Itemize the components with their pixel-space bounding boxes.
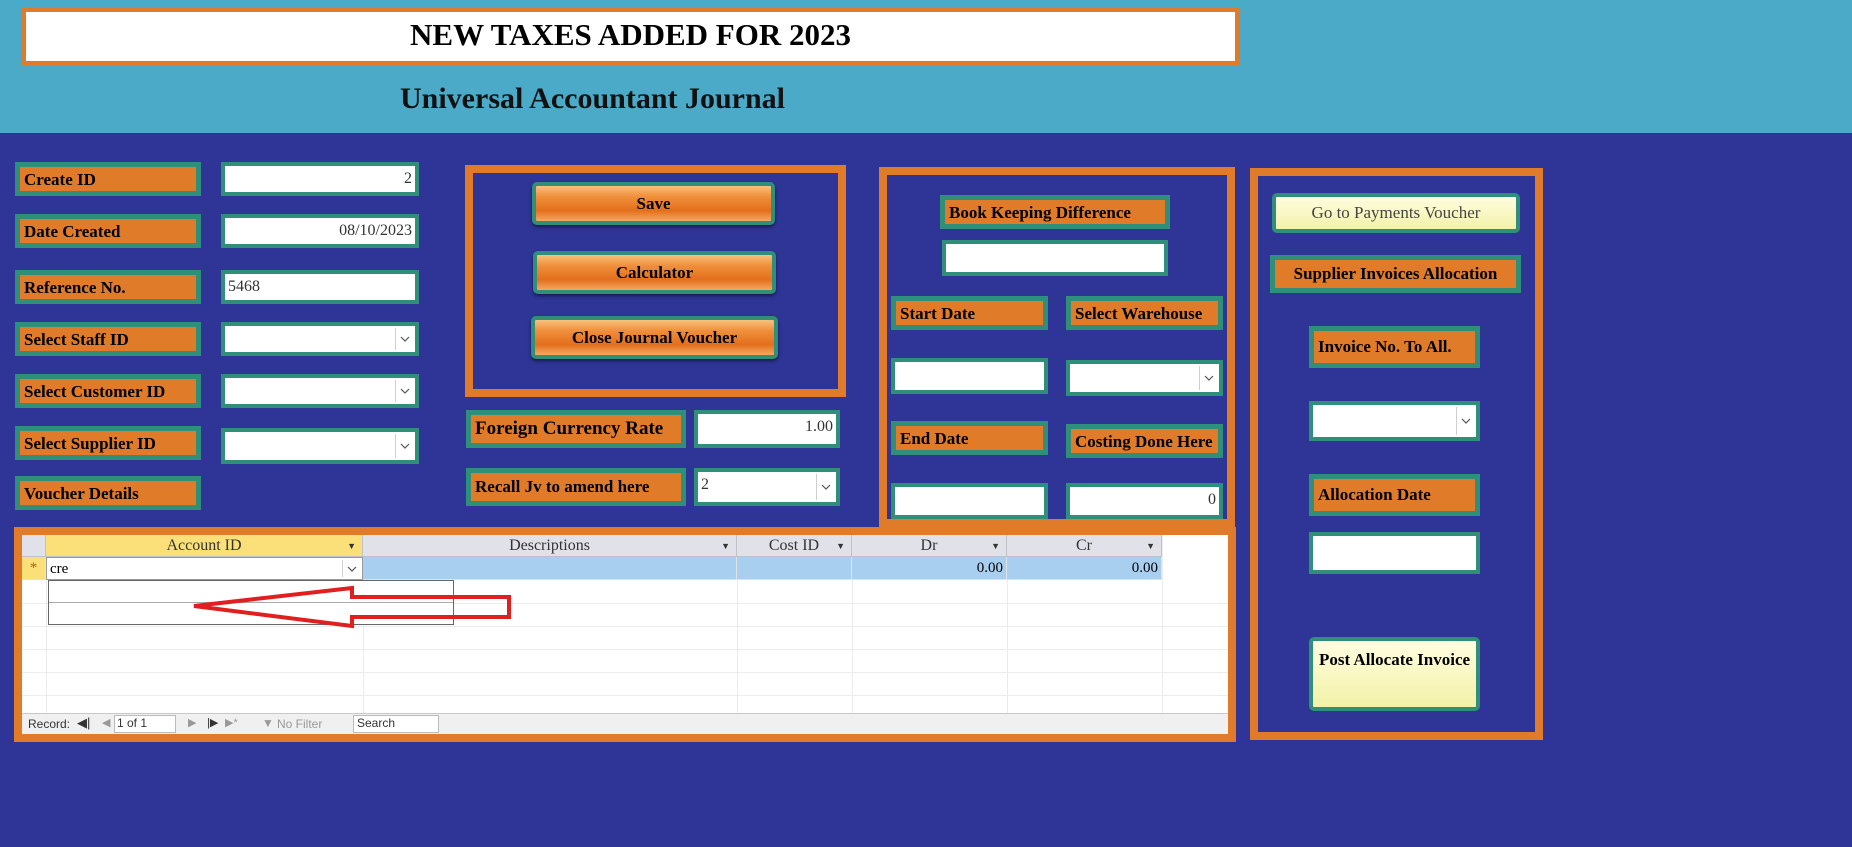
supplier-id-label: Select Supplier ID: [15, 426, 201, 460]
journal-datasheet: Account ID ▼ Descriptions ▼ Cost ID ▼ Dr…: [22, 535, 1228, 734]
foreign-currency-rate-field[interactable]: 1.00: [694, 410, 840, 448]
invoice-no-label: Invoice No. To All.: [1309, 326, 1480, 368]
filter-icon: ▼: [262, 716, 274, 730]
cost-id-cell[interactable]: [737, 557, 852, 580]
customer-id-combo[interactable]: [221, 374, 419, 408]
supplier-invoices-allocation-label: Supplier Invoices Allocation: [1270, 255, 1521, 293]
last-record-icon[interactable]: |▶: [207, 716, 218, 729]
column-header-cr[interactable]: Cr ▼: [1007, 535, 1162, 557]
chevron-down-icon[interactable]: [1199, 366, 1217, 390]
search-input[interactable]: Search: [353, 715, 439, 733]
dr-cell[interactable]: 0.00: [852, 557, 1007, 580]
sort-arrow-icon[interactable]: ▼: [991, 535, 1000, 557]
chevron-down-icon[interactable]: [816, 474, 834, 500]
start-date-label: Start Date: [891, 296, 1048, 330]
select-all-corner[interactable]: [22, 535, 46, 557]
recall-jv-label: Recall Jv to amend here: [466, 468, 686, 506]
chevron-down-icon[interactable]: [395, 434, 413, 458]
chevron-down-icon[interactable]: [395, 380, 413, 402]
sort-arrow-icon[interactable]: ▼: [721, 535, 730, 557]
record-navigation-bar: Record: ◀​| ◀ 1 of 1 ▶ |▶ ▶* ▼ No Filter…: [22, 713, 1228, 734]
start-date-field[interactable]: [891, 358, 1048, 394]
staff-id-combo[interactable]: [221, 322, 419, 356]
end-date-field[interactable]: [891, 483, 1048, 519]
end-date-label: End Date: [891, 421, 1048, 455]
column-header-label: Account ID: [166, 537, 242, 554]
grid-line: [46, 580, 47, 713]
post-allocate-invoice-button[interactable]: Post Allocate Invoice: [1309, 637, 1480, 711]
save-button[interactable]: Save: [532, 182, 775, 225]
date-created-field[interactable]: 08/10/2023: [221, 214, 419, 248]
new-record-icon[interactable]: ▶*: [225, 716, 238, 729]
voucher-details-label: Voucher Details: [15, 476, 201, 510]
grid-line: [1162, 535, 1163, 713]
allocation-date-label: Allocation Date: [1309, 474, 1480, 516]
cr-cell[interactable]: 0.00: [1007, 557, 1162, 580]
sort-arrow-icon[interactable]: ▼: [347, 535, 356, 557]
grid-line: [1007, 580, 1008, 713]
column-header-dr[interactable]: Dr ▼: [852, 535, 1007, 557]
column-header-descriptions[interactable]: Descriptions ▼: [363, 535, 737, 557]
date-created-label: Date Created: [15, 214, 201, 248]
create-id-label: Create ID: [15, 162, 201, 196]
grid-line: [852, 580, 853, 713]
costing-field[interactable]: 0: [1066, 483, 1223, 519]
grid-line: [737, 580, 738, 713]
annotation-arrow: [193, 585, 511, 629]
record-label: Record:: [28, 717, 71, 731]
account-id-combo[interactable]: cre: [46, 557, 363, 580]
select-warehouse-combo[interactable]: [1066, 360, 1223, 396]
filter-status[interactable]: No Filter: [277, 717, 322, 731]
close-journal-voucher-button[interactable]: Close Journal Voucher: [531, 316, 778, 359]
supplier-id-combo[interactable]: [221, 428, 419, 464]
column-header-account-id[interactable]: Account ID ▼: [46, 535, 363, 557]
foreign-currency-rate-label: Foreign Currency Rate: [466, 410, 686, 448]
reference-no-label: Reference No.: [15, 270, 201, 304]
column-header-cost-id[interactable]: Cost ID ▼: [737, 535, 852, 557]
grid-line: [22, 695, 1228, 696]
new-record-marker[interactable]: *: [22, 557, 46, 580]
recall-jv-value: 2: [701, 476, 709, 493]
select-warehouse-label: Select Warehouse: [1066, 296, 1223, 330]
bookkeeping-difference-field[interactable]: [942, 240, 1168, 276]
customer-id-label: Select Customer ID: [15, 374, 201, 408]
chevron-down-icon[interactable]: [395, 328, 413, 350]
column-header-label: Descriptions: [509, 537, 590, 554]
chevron-down-icon[interactable]: [342, 560, 360, 577]
column-header-label: Cr: [1076, 537, 1092, 554]
sort-arrow-icon[interactable]: ▼: [836, 535, 845, 557]
account-id-input[interactable]: cre: [50, 561, 68, 577]
invoice-no-combo[interactable]: [1309, 401, 1480, 441]
staff-id-label: Select Staff ID: [15, 322, 201, 356]
page-title: Universal Accountant Journal: [400, 82, 786, 115]
next-record-icon[interactable]: ▶: [188, 716, 196, 729]
grid-line: [22, 672, 1228, 673]
tax-banner: NEW TAXES ADDED FOR 2023: [21, 7, 1240, 66]
previous-record-icon[interactable]: ◀: [102, 716, 110, 729]
create-id-field[interactable]: 2: [221, 162, 419, 196]
allocation-date-field[interactable]: [1309, 532, 1480, 574]
column-header-label: Cost ID: [768, 537, 820, 554]
chevron-down-icon[interactable]: [1456, 407, 1474, 435]
go-to-payments-voucher-button[interactable]: Go to Payments Voucher: [1272, 193, 1520, 233]
reference-no-field[interactable]: 5468: [221, 270, 419, 304]
recall-jv-combo[interactable]: 2: [694, 468, 840, 506]
sort-arrow-icon[interactable]: ▼: [1146, 535, 1155, 557]
costing-done-label: Costing Done Here: [1066, 424, 1223, 458]
calculator-button[interactable]: Calculator: [533, 251, 776, 294]
grid-line: [22, 649, 1228, 650]
first-record-icon[interactable]: ◀​|: [77, 715, 90, 731]
bookkeeping-difference-label: Book Keeping Difference: [940, 195, 1170, 229]
current-record-field[interactable]: 1 of 1: [114, 715, 176, 733]
column-header-label: Dr: [920, 537, 938, 554]
descriptions-cell[interactable]: [363, 557, 737, 580]
